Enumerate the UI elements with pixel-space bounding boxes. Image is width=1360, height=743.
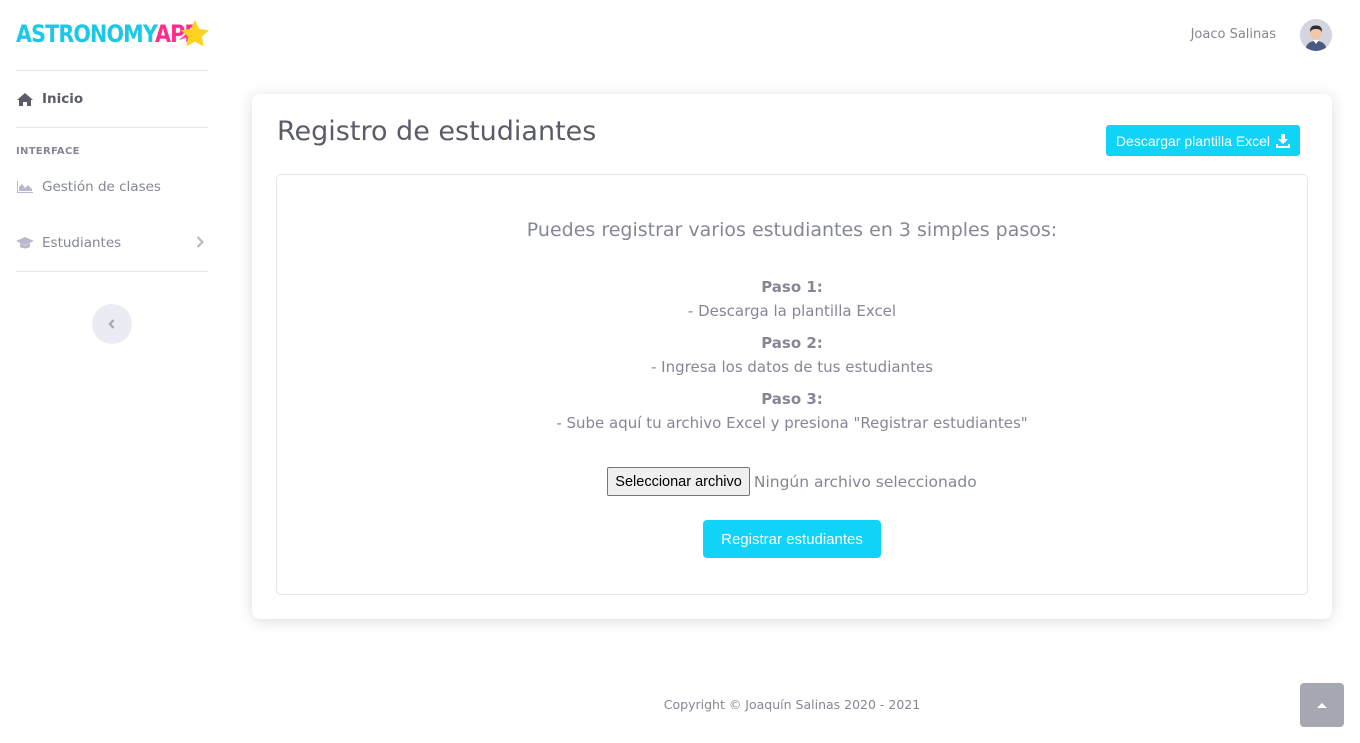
sidebar-item-label: Estudiantes (42, 235, 122, 251)
sidebar-item-label: Gestión de clases (42, 179, 161, 195)
download-template-button[interactable]: Descargar plantilla Excel (1105, 125, 1300, 156)
main-card: Registro de estudiantes Descargar planti… (252, 94, 1332, 619)
page-title: Registro de estudiantes (277, 116, 597, 147)
step-title: Paso 1: (761, 278, 823, 296)
chevron-left-icon (108, 319, 115, 329)
sidebar-divider (16, 70, 208, 71)
star-icon (179, 20, 209, 47)
sidebar-divider (16, 127, 208, 128)
choose-file-button[interactable]: Seleccionar archivo (607, 467, 750, 496)
instructions-lead: Puedes registrar varios estudiantes en 3… (526, 219, 1058, 241)
download-template-label: Descargar plantilla Excel (1115, 132, 1270, 149)
sidebar: ASTRONOMYAPP Inicio INTERFACE Gestión de… (0, 0, 224, 743)
sidebar-divider (16, 271, 208, 272)
download-icon (1276, 133, 1290, 148)
file-status: Ningún archivo seleccionado (753, 472, 977, 491)
user-name[interactable]: Joaco Salinas (1191, 27, 1276, 42)
sidebar-toggle-button[interactable] (92, 304, 132, 344)
graduation-cap-icon (16, 236, 34, 250)
sidebar-item-inicio[interactable]: Inicio (16, 87, 208, 111)
sidebar-item-label: Inicio (42, 91, 84, 107)
step-text: - Descarga la plantilla Excel (687, 302, 897, 320)
brand-text: ASTRONOMYAPP (16, 22, 199, 46)
sidebar-item-estudiantes[interactable]: Estudiantes (16, 231, 208, 255)
step-title: Paso 2: (761, 334, 823, 352)
scroll-to-top-button[interactable] (1300, 683, 1344, 727)
footer-copyright: Copyright © Joaquín Salinas 2020 - 2021 (663, 697, 921, 712)
step-text: - Sube aquí tu archivo Excel y presiona … (556, 414, 1028, 432)
chevron-up-icon (1317, 703, 1327, 708)
step-text: - Ingresa los datos de tus estudiantes (651, 358, 933, 376)
user-avatar-icon (1300, 19, 1332, 51)
sidebar-item-gestion-clases[interactable]: Gestión de clases (16, 175, 208, 199)
brand-logo[interactable]: ASTRONOMYAPP (16, 18, 228, 50)
step-title: Paso 3: (761, 390, 823, 408)
home-icon (16, 92, 34, 106)
instructions-panel: Puedes registrar varios estudiantes en 3… (276, 174, 1308, 595)
avatar[interactable] (1300, 19, 1332, 51)
file-upload-field: Seleccionar archivo Ningún archivo selec… (277, 467, 1307, 496)
sidebar-heading: INTERFACE (16, 146, 80, 157)
register-students-button[interactable]: Registrar estudiantes (703, 520, 881, 558)
brand-text-astronomy: ASTRONOMY (16, 20, 156, 48)
area-chart-icon (16, 180, 34, 194)
chevron-right-icon (196, 236, 204, 248)
